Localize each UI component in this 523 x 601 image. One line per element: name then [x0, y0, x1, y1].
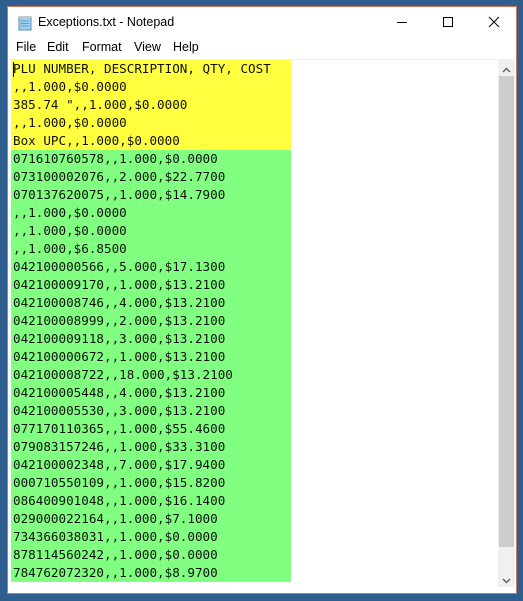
close-button[interactable]	[471, 7, 517, 38]
text-line: 073100002076,,2.000,$22.7700	[11, 168, 291, 186]
window-title: Exceptions.txt - Notepad	[38, 15, 175, 29]
minimize-button[interactable]	[379, 7, 425, 38]
text-caret	[13, 62, 14, 77]
text-line: ,,1.000,$0.0000	[11, 78, 291, 96]
text-line: 029000022164,,1.000,$7.1000	[11, 510, 291, 528]
text-line: ,,1.000,$0.0000	[11, 114, 291, 132]
menu-format[interactable]: Format	[81, 40, 123, 54]
menu-view[interactable]: View	[133, 40, 162, 54]
text-line: 784762072320,,1.000,$8.9700	[11, 564, 291, 582]
text-line: 079083157246,,1.000,$33.3100	[11, 438, 291, 456]
menu-bar: File Edit Format View Help	[8, 38, 516, 58]
close-icon	[488, 13, 500, 32]
text-line: 878114560242,,1.000,$0.0000	[11, 546, 291, 564]
text-line: 077170110365,,1.000,$55.4600	[11, 420, 291, 438]
menu-file[interactable]: File	[15, 40, 37, 54]
text-line: 071610760578,,1.000,$0.0000	[11, 150, 291, 168]
text-line: ,,1.000,$0.0000	[11, 204, 291, 222]
text-editor[interactable]: PLU NUMBER, DESCRIPTION, QTY, COST ,,1.00…	[10, 59, 498, 587]
scroll-up-button[interactable]	[498, 59, 515, 76]
scrollbar-thumb[interactable]	[499, 76, 514, 547]
text-line: 042100009170,,1.000,$13.2100	[11, 276, 291, 294]
text-line: Box UPC,,1.000,$0.0000	[11, 132, 291, 150]
chevron-up-icon	[502, 58, 511, 77]
notepad-icon	[18, 15, 32, 31]
vertical-scrollbar[interactable]	[498, 59, 515, 587]
chevron-down-icon	[502, 569, 511, 588]
text-line: ,,1.000,$0.0000	[11, 222, 291, 240]
maximize-button[interactable]	[425, 7, 471, 38]
maximize-icon	[442, 13, 454, 32]
notepad-window: Exceptions.txt - Notepad File Edit Forma…	[7, 6, 517, 594]
menu-edit[interactable]: Edit	[46, 40, 70, 54]
text-line: 042100002348,,7.000,$17.9400	[11, 456, 291, 474]
text-line: 042100000672,,1.000,$13.2100	[11, 348, 291, 366]
text-line: 042100008746,,4.000,$13.2100	[11, 294, 291, 312]
text-line: 734366038031,,1.000,$0.0000	[11, 528, 291, 546]
menu-help[interactable]: Help	[172, 40, 200, 54]
text-line: 042100005448,,4.000,$13.2100	[11, 384, 291, 402]
text-line: 070137620075,,1.000,$14.7900	[11, 186, 291, 204]
minimize-icon	[396, 13, 408, 32]
text-line: ,,1.000,$6.8500	[11, 240, 291, 258]
text-line: 042100000566,,5.000,$17.1300	[11, 258, 291, 276]
text-line: 385.74 ",,1.000,$0.0000	[11, 96, 291, 114]
text-line: 042100005530,,3.000,$13.2100	[11, 402, 291, 420]
text-lines: PLU NUMBER, DESCRIPTION, QTY, COST ,,1.00…	[11, 60, 291, 582]
text-line: PLU NUMBER, DESCRIPTION, QTY, COST	[11, 60, 291, 78]
text-line: 042100008722,,18.000,$13.2100	[11, 366, 291, 384]
text-line: 042100009118,,3.000,$13.2100	[11, 330, 291, 348]
text-line: 042100008999,,2.000,$13.2100	[11, 312, 291, 330]
text-line: 000710550109,,1.000,$15.8200	[11, 474, 291, 492]
scroll-down-button[interactable]	[498, 570, 515, 587]
title-bar[interactable]: Exceptions.txt - Notepad	[8, 7, 516, 38]
text-line: 086400901048,,1.000,$16.1400	[11, 492, 291, 510]
